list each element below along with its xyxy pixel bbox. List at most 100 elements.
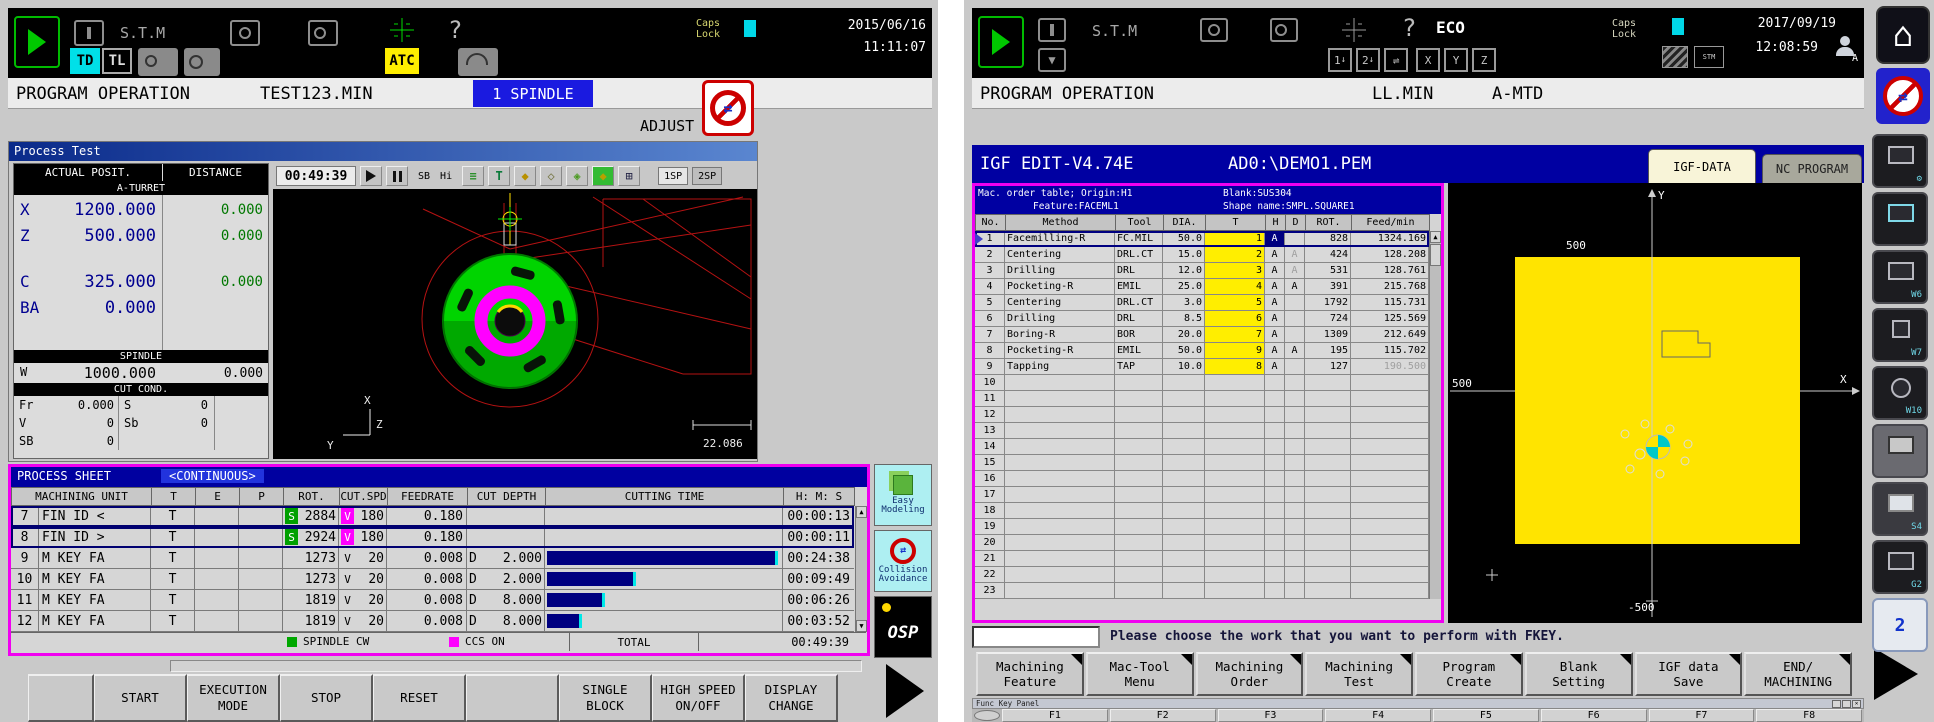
- mac-order-row[interactable]: 6 Drilling DRL 8.5 6 A 724 125.569: [975, 311, 1429, 327]
- mac-order-row[interactable]: 3 Drilling DRL 12.0 3 A A 531 128.761: [975, 263, 1429, 279]
- td-mode-icon[interactable]: TD: [70, 48, 100, 74]
- toolbar-calculator-button[interactable]: S4: [1872, 482, 1928, 536]
- fkey-button[interactable]: Blank Setting: [1525, 652, 1633, 696]
- process-sheet-row[interactable]: 11 M KEY FA T S1819 V20 0.008 D8.000 00:…: [11, 590, 854, 611]
- mac-order-empty-row[interactable]: 20: [975, 535, 1429, 551]
- home-button[interactable]: ⌂: [1876, 6, 1930, 64]
- func-key-panel-titlebar[interactable]: Func Key Panel ✕: [972, 698, 1864, 709]
- toolbar-exit-button[interactable]: [1872, 424, 1928, 478]
- toolbar-w6-button[interactable]: W6: [1872, 250, 1928, 304]
- turret-icon[interactable]: [74, 20, 104, 46]
- help-icon[interactable]: ?: [448, 16, 462, 44]
- nav-arrow-icon[interactable]: [978, 16, 1024, 68]
- process-sheet-row[interactable]: 12 M KEY FA T S1819 V20 0.008 D8.000 00:…: [11, 611, 854, 632]
- seq2-icon[interactable]: 2↓: [1356, 48, 1380, 72]
- active-view-icon[interactable]: ◆: [592, 166, 614, 186]
- sb-toggle[interactable]: SB: [418, 171, 430, 182]
- crosshair-icon[interactable]: [386, 16, 418, 44]
- mac-order-empty-row[interactable]: 16: [975, 471, 1429, 487]
- function-key[interactable]: F5: [1433, 709, 1539, 722]
- process-sheet-row[interactable]: 7 FIN ID < T S2884 V180 0.180 00:00:13: [11, 506, 854, 527]
- mac-order-empty-row[interactable]: 13: [975, 423, 1429, 439]
- tool-measure-icon-1[interactable]: [138, 48, 178, 76]
- function-key[interactable]: F4: [1325, 709, 1431, 722]
- y-lock-icon[interactable]: Y: [1444, 48, 1468, 72]
- layers-icon[interactable]: ≡: [462, 166, 484, 186]
- stm-key-icon[interactable]: STM: [1694, 46, 1724, 68]
- user-icon[interactable]: A: [1834, 36, 1856, 62]
- mac-order-empty-row[interactable]: 22: [975, 567, 1429, 583]
- minimize-icon[interactable]: [1832, 700, 1841, 708]
- mac-order-empty-row[interactable]: 17: [975, 487, 1429, 503]
- fkey-button[interactable]: IGF data Save: [1635, 652, 1743, 696]
- toolbar-w7-button[interactable]: W7: [1872, 308, 1928, 362]
- sp1-tab[interactable]: 1SP: [658, 167, 688, 185]
- fkey-button[interactable]: Machining Order: [1196, 652, 1304, 696]
- easy-modeling-button[interactable]: Easy Modeling: [874, 464, 932, 526]
- fkey-button[interactable]: Program Create: [1415, 652, 1523, 696]
- more-fkeys-arrow[interactable]: [1874, 648, 1918, 700]
- sim-viewport[interactable]: X Z Y 22.086: [273, 189, 757, 459]
- mac-order-empty-row[interactable]: 14: [975, 439, 1429, 455]
- scroll-thumb[interactable]: [1430, 244, 1441, 266]
- process-sheet-row[interactable]: 10 M KEY FA T S1273 V20 0.008 D2.000 00:…: [11, 569, 854, 590]
- sim-pause-button[interactable]: [386, 166, 408, 186]
- mac-order-empty-row[interactable]: 21: [975, 551, 1429, 567]
- mac-order-empty-row[interactable]: 18: [975, 503, 1429, 519]
- sp2-tab[interactable]: 2SP: [692, 167, 722, 185]
- process-sheet-row[interactable]: 8 FIN ID > T S2924 V180 0.180 00:00:11: [11, 527, 854, 548]
- mac-order-empty-row[interactable]: 11: [975, 391, 1429, 407]
- softkey-blank-1[interactable]: [28, 674, 94, 722]
- sim-play-button[interactable]: [360, 166, 382, 186]
- toolbar-eco-monitor-button[interactable]: [1872, 192, 1928, 246]
- fkey-button[interactable]: Machining Test: [1305, 652, 1413, 696]
- tab-nc-program[interactable]: NC PROGRAM: [1762, 154, 1862, 183]
- z-lock-icon[interactable]: Z: [1472, 48, 1496, 72]
- tool-icon[interactable]: T: [488, 166, 510, 186]
- solid-view-icon[interactable]: ◆: [514, 166, 536, 186]
- hatch-icon[interactable]: [1662, 46, 1688, 68]
- spindle1-icon[interactable]: [1200, 18, 1228, 42]
- function-key[interactable]: F7: [1649, 709, 1755, 722]
- spindle2-icon[interactable]: [1270, 18, 1298, 42]
- start-button[interactable]: START: [94, 674, 187, 722]
- mac-order-empty-row[interactable]: 10: [975, 375, 1429, 391]
- mac-order-empty-row[interactable]: 15: [975, 455, 1429, 471]
- x-lock-icon[interactable]: X: [1416, 48, 1440, 72]
- zoom-fit-icon[interactable]: ⊞: [618, 166, 640, 186]
- table-scrollbar[interactable]: ▲: [1429, 231, 1441, 599]
- atc-icon[interactable]: ATC: [385, 48, 419, 74]
- spindle-select-badge[interactable]: 1 SPINDLE: [473, 80, 593, 107]
- scroll-up-icon[interactable]: ▲: [856, 506, 867, 518]
- execution-mode-button[interactable]: EXECUTION MODE: [187, 674, 280, 722]
- mac-order-row[interactable]: 4 Pocketing-R EMIL 25.0 4 A A 391 215.76…: [975, 279, 1429, 295]
- tl-mode-icon[interactable]: TL: [102, 48, 132, 74]
- nav-arrow-icon[interactable]: [14, 16, 60, 68]
- tool-measure-icon-2[interactable]: [184, 48, 220, 76]
- softkey-blank-2[interactable]: [466, 674, 559, 722]
- spindle2-icon[interactable]: [308, 20, 338, 46]
- close-icon[interactable]: ✕: [1852, 700, 1861, 708]
- toolbar-w10-button[interactable]: W10: [1872, 366, 1928, 420]
- function-key[interactable]: F3: [1218, 709, 1324, 722]
- seq1-icon[interactable]: 1↓: [1328, 48, 1352, 72]
- prompt-input[interactable]: [972, 626, 1100, 648]
- high-speed-button[interactable]: HIGH SPEED ON/OFF: [652, 674, 745, 722]
- sheet-scrollbar[interactable]: ▲ ▼: [855, 506, 867, 632]
- mac-order-row[interactable]: 9 Tapping TAP 10.0 8 A 127 190.500: [975, 359, 1429, 375]
- download-icon[interactable]: ▼: [1038, 48, 1066, 72]
- crosshair-icon[interactable]: [1338, 16, 1370, 44]
- help-icon[interactable]: ?: [1402, 14, 1416, 42]
- mac-order-row[interactable]: 5 Centering DRL.CT 3.0 5 A 1792 115.731: [975, 295, 1429, 311]
- function-key[interactable]: F1: [1002, 709, 1108, 722]
- shape-preview-area[interactable]: Y X 500 500 -500: [1448, 183, 1862, 623]
- scroll-down-icon[interactable]: ▼: [856, 620, 867, 632]
- toolbar-g2-button[interactable]: G2: [1872, 540, 1928, 594]
- function-key[interactable]: F8: [1756, 709, 1862, 722]
- reset-button[interactable]: RESET: [373, 674, 466, 722]
- collision-avoidance-button[interactable]: ⇄: [1876, 68, 1930, 124]
- stop-button[interactable]: STOP: [280, 674, 373, 722]
- collision-avoidance-button[interactable]: ⇄ Collision Avoidance: [874, 530, 932, 592]
- tab-igf-data[interactable]: IGF-DATA: [1648, 149, 1756, 183]
- mac-order-row[interactable]: 1 Facemilling-R FC.MIL 50.0 1 A 828 1324…: [975, 231, 1429, 247]
